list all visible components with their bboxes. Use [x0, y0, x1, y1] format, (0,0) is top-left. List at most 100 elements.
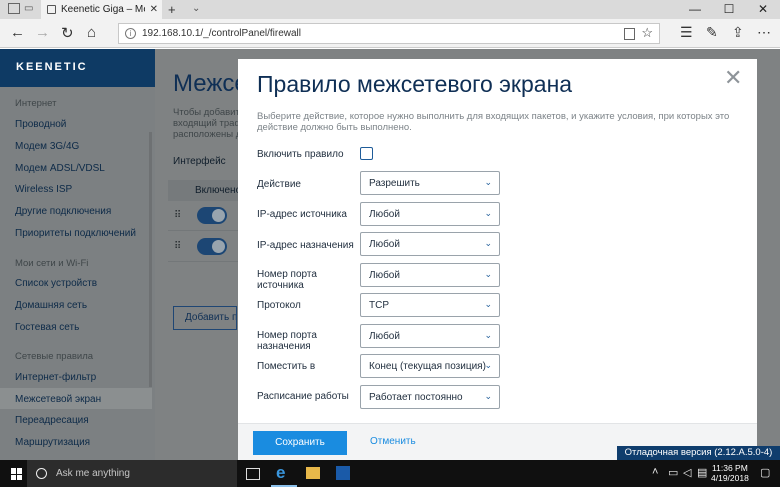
taskbar-search[interactable]: Ask me anything	[27, 460, 237, 487]
sidebar-item-wireless-isp[interactable]: Wireless ISP	[15, 184, 72, 195]
chevron-down-icon: ⌄	[484, 391, 492, 401]
tabs-aside-icon[interactable]: ▭	[24, 3, 33, 14]
browser-tab-bar: ▭ Keenetic Giga – Межсе ✕ + ⌄ — ☐ ✕	[0, 0, 780, 19]
chevron-down-icon: ⌄	[484, 208, 492, 218]
back-icon[interactable]: ←	[10, 24, 25, 41]
tab-preview-icon[interactable]	[8, 3, 20, 14]
sidebar-item-connection-priorities[interactable]: Приоритеты подключений	[15, 228, 136, 239]
sidebar-section-network-rules: Сетевые правила	[15, 351, 94, 362]
sidebar-item-firewall[interactable]: Межсетевой экран	[15, 394, 101, 405]
close-tab-icon[interactable]: ✕	[150, 4, 158, 15]
address-bar[interactable]: i 192.168.10.1/_/controlPanel/firewall ☆	[118, 23, 660, 44]
action-select[interactable]: Разрешить ⌄	[360, 171, 500, 195]
sidebar-item-modem-adsl[interactable]: Модем ADSL/VDSL	[15, 163, 105, 174]
home-icon[interactable]: ⌂	[87, 24, 96, 41]
keenetic-logo: KEENETIC	[16, 61, 88, 73]
add-rule-button[interactable]: Добавить пр	[173, 306, 237, 330]
dialog-description: Выберите действие, которое нужно выполни…	[257, 111, 730, 133]
cancel-button[interactable]: Отменить	[370, 436, 416, 447]
firewall-rule-dialog: Правило межсетевого экрана ✕ Выберите де…	[238, 59, 757, 460]
action-label: Действие	[257, 179, 301, 190]
new-tab-icon[interactable]: +	[168, 2, 176, 17]
browser-tab[interactable]: Keenetic Giga – Межсе ✕	[41, 0, 162, 19]
sidebar-item-guest-network[interactable]: Гостевая сеть	[15, 322, 79, 333]
chevron-down-icon: ⌄	[484, 360, 492, 370]
search-placeholder: Ask me anything	[56, 468, 130, 479]
volume-icon[interactable]: ◁	[683, 466, 691, 479]
sidebar-item-routing[interactable]: Маршрутизация	[15, 437, 90, 448]
source-port-value: Любой	[369, 270, 400, 281]
rule-enabled-toggle[interactable]	[197, 238, 227, 255]
task-view-icon[interactable]	[246, 468, 260, 480]
destination-ip-select[interactable]: Любой ⌄	[360, 232, 500, 256]
favorites-hub-icon[interactable]: ☰	[680, 24, 693, 41]
close-window-icon[interactable]: ✕	[746, 0, 780, 19]
interface-label: Интерфейс	[173, 156, 226, 167]
drag-handle-icon[interactable]: ⠿	[174, 241, 181, 252]
source-ip-select[interactable]: Любой ⌄	[360, 202, 500, 226]
url-text: 192.168.10.1/_/controlPanel/firewall	[142, 28, 301, 39]
windows-start-icon[interactable]	[11, 468, 23, 480]
chevron-down-icon: ⌄	[484, 177, 492, 187]
tab-list-chevron-icon[interactable]: ⌄	[192, 3, 200, 14]
minimize-icon[interactable]: —	[678, 0, 712, 19]
sidebar-item-device-list[interactable]: Список устройств	[15, 278, 97, 289]
table-row: ⠿	[168, 201, 248, 231]
share-icon[interactable]: ⇪	[732, 24, 744, 41]
enable-rule-checkbox[interactable]	[360, 147, 373, 160]
destination-port-value: Любой	[369, 331, 400, 342]
edge-icon[interactable]: e	[276, 463, 293, 482]
schedule-value: Работает постоянно	[369, 392, 463, 403]
position-select[interactable]: Конец (текущая позиция) ⌄	[360, 354, 500, 378]
sidebar-scrollbar[interactable]	[149, 132, 152, 387]
chevron-down-icon: ⌄	[484, 330, 492, 340]
close-icon[interactable]: ✕	[724, 67, 742, 89]
clock-date: 4/19/2018	[711, 473, 749, 483]
sidebar-item-other-connections[interactable]: Другие подключения	[15, 206, 111, 217]
sidebar-item-internet-filter[interactable]: Интернет-фильтр	[15, 372, 96, 383]
keyboard-icon[interactable]: ▤	[697, 466, 707, 479]
drag-handle-icon[interactable]: ⠿	[174, 210, 181, 221]
action-value: Разрешить	[369, 178, 420, 189]
favorite-star-icon[interactable]: ☆	[641, 25, 653, 41]
notifications-icon[interactable]: ▢	[760, 466, 770, 479]
destination-port-select[interactable]: Любой ⌄	[360, 324, 500, 348]
position-value: Конец (текущая позиция)	[369, 361, 486, 372]
maximize-icon[interactable]: ☐	[712, 0, 746, 19]
source-port-select[interactable]: Любой ⌄	[360, 263, 500, 287]
chevron-down-icon: ⌄	[484, 238, 492, 248]
schedule-select[interactable]: Работает постоянно ⌄	[360, 385, 500, 409]
forward-icon[interactable]: →	[35, 24, 50, 41]
rule-enabled-toggle[interactable]	[197, 207, 227, 224]
file-explorer-icon[interactable]	[306, 467, 320, 479]
source-ip-label: IP-адрес источника	[257, 209, 347, 220]
clock[interactable]: 11:36 PM 4/19/2018	[711, 463, 749, 483]
network-icon[interactable]: ▭	[668, 466, 678, 479]
sidebar-item-port-forwarding[interactable]: Переадресация	[15, 415, 89, 426]
destination-ip-value: Любой	[369, 239, 400, 250]
chevron-down-icon: ⌄	[484, 299, 492, 309]
tray-chevron-icon[interactable]: ˄	[652, 466, 658, 478]
web-note-icon[interactable]: ✎	[706, 24, 718, 41]
chevron-down-icon: ⌄	[484, 269, 492, 279]
sidebar-section-internet: Интернет	[15, 98, 57, 109]
reading-view-icon[interactable]	[624, 28, 635, 40]
sidebar-item-modem-3g[interactable]: Модем 3G/4G	[15, 141, 79, 152]
more-icon[interactable]: ⋯	[757, 24, 771, 41]
protocol-select[interactable]: TCP ⌄	[360, 293, 500, 317]
page-description: Чтобы добавит входящий траф расположены …	[173, 107, 243, 140]
source-ip-value: Любой	[369, 209, 400, 220]
refresh-icon[interactable]: ↻	[61, 24, 74, 42]
save-button[interactable]: Сохранить	[253, 431, 347, 455]
page-description-line-1: Чтобы добавит	[173, 107, 240, 118]
rules-table-header: Включено	[168, 180, 248, 201]
sidebar-item-wired[interactable]: Проводной	[15, 119, 66, 130]
site-info-icon[interactable]: i	[125, 28, 136, 39]
sidebar-section-my-networks: Мои сети и Wi-Fi	[15, 258, 89, 269]
enable-rule-label: Включить правило	[257, 149, 344, 160]
sidebar-item-home-network[interactable]: Домашняя сеть	[15, 300, 87, 311]
cortana-icon	[36, 468, 47, 479]
column-enabled: Включено	[195, 185, 242, 196]
app-icon[interactable]	[336, 466, 350, 480]
browser-toolbar: ← → ↻ ⌂ i 192.168.10.1/_/controlPanel/fi…	[0, 19, 780, 48]
